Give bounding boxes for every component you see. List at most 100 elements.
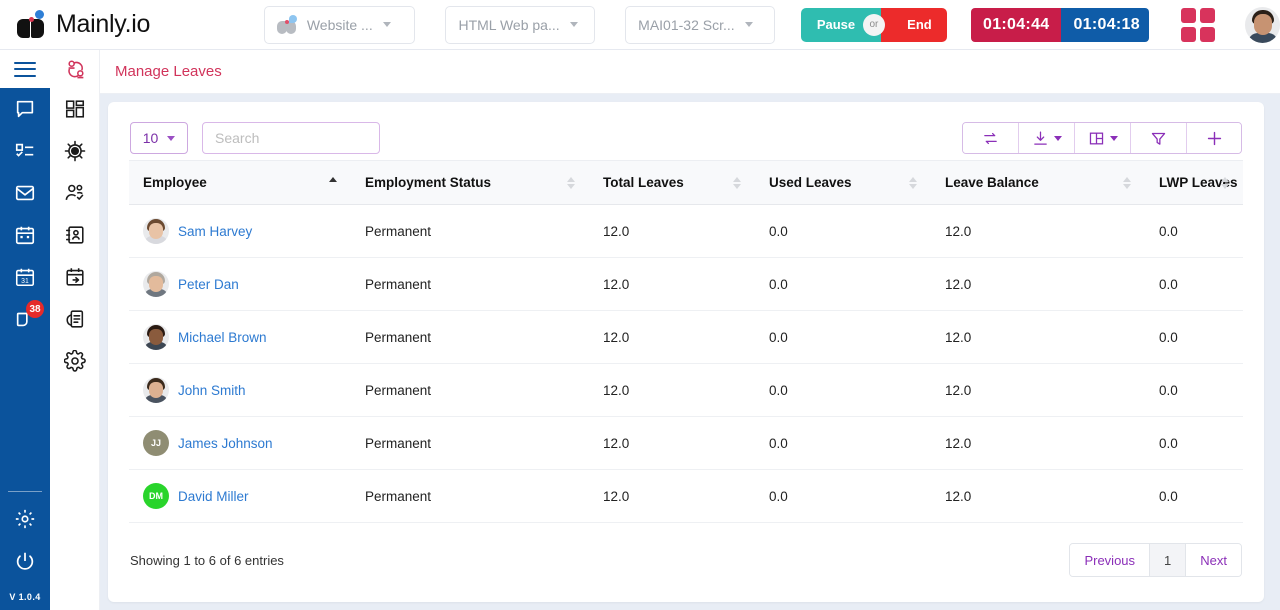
sidebar-bottom-group: V 1.0.4 — [0, 491, 50, 610]
sidebar-item-dashboard[interactable] — [50, 88, 100, 130]
mail-envelope-icon[interactable] — [0, 172, 50, 214]
columns-button[interactable] — [1075, 123, 1131, 153]
column-header-lwp-leaves[interactable]: LWP Leaves — [1145, 160, 1243, 205]
task-select-label: MAI01-32 Scr... — [638, 16, 735, 33]
page-length-select[interactable]: 10 — [130, 122, 188, 154]
table-row[interactable]: John Smith Permanent 12.0 0.0 12.0 0.0 — [129, 363, 1243, 417]
avatar — [143, 218, 169, 244]
user-avatar[interactable] — [1244, 6, 1280, 43]
website-select[interactable]: Website ... — [263, 5, 416, 44]
column-label: Used Leaves — [769, 175, 852, 190]
website-select-label: Website ... — [306, 16, 373, 33]
table-row[interactable]: Michael Brown Permanent 12.0 0.0 12.0 0.0 — [129, 310, 1243, 364]
employee-link[interactable]: Sam Harvey — [178, 224, 252, 239]
timer-session: 01:04:44 — [971, 7, 1062, 42]
header-row: Employee Employment Status Total Leaves … — [129, 160, 1243, 205]
or-separator: or — [862, 13, 885, 36]
sort-indicator-icon[interactable] — [1123, 176, 1131, 189]
calendar-31-icon[interactable]: 31 — [0, 256, 50, 298]
chevron-down-icon — [1053, 135, 1062, 141]
employee-link[interactable]: Michael Brown — [178, 330, 267, 345]
avatar — [143, 324, 169, 350]
notification-badge: 38 — [26, 300, 44, 318]
cell-leave-balance: 12.0 — [931, 469, 1145, 523]
cell-lwp-leaves: 0.0 — [1145, 204, 1243, 258]
cell-employee: Sam Harvey — [129, 204, 351, 258]
table-row[interactable]: JJ James Johnson Permanent 12.0 0.0 12.0 0.0 — [129, 416, 1243, 470]
column-header-used-leaves[interactable]: Used Leaves — [755, 160, 931, 205]
project-select[interactable]: HTML Web pa... — [445, 5, 596, 44]
avatar — [143, 377, 169, 403]
table-row[interactable]: Peter Dan Permanent 12.0 0.0 12.0 0.0 — [129, 257, 1243, 311]
pagination-previous[interactable]: Previous — [1070, 544, 1151, 576]
brand-logo-area[interactable]: Mainly.io — [16, 9, 242, 40]
search-input[interactable] — [215, 130, 367, 146]
export-button[interactable] — [1019, 123, 1075, 153]
cell-employment-status: Permanent — [351, 469, 589, 523]
cell-used-leaves: 0.0 — [755, 257, 931, 311]
table-action-buttons — [962, 122, 1242, 154]
table-body: Sam Harvey Permanent 12.0 0.0 12.0 0.0 Peter … — [129, 204, 1243, 523]
table-row[interactable]: Sam Harvey Permanent 12.0 0.0 12.0 0.0 — [129, 204, 1243, 258]
chat-bubble-icon[interactable] — [0, 88, 50, 130]
table-row[interactable]: DM David Miller Permanent 12.0 0.0 12.0 0.0 — [129, 469, 1243, 523]
column-header-employment-status[interactable]: Employment Status — [351, 160, 589, 205]
project-select-label: HTML Web pa... — [458, 16, 560, 33]
sidebar-item-clipboard[interactable] — [50, 298, 100, 340]
pause-end-control: Pause or End — [800, 7, 948, 42]
cell-used-leaves: 0.0 — [755, 204, 931, 258]
leaves-card: 10 Search Employee Employment Status Tot… — [108, 102, 1264, 602]
timer-total: 01:04:18 — [1061, 7, 1149, 42]
employee-link[interactable]: John Smith — [178, 383, 246, 398]
sidebar-item-users-check[interactable] — [50, 172, 100, 214]
column-header-employee[interactable]: Employee — [129, 160, 351, 205]
task-select[interactable]: MAI01-32 Scr... — [625, 5, 775, 44]
sidebar-item-settings-cog[interactable] — [50, 340, 100, 382]
search-box[interactable] — [202, 122, 380, 154]
cell-used-leaves: 0.0 — [755, 416, 931, 470]
refresh-button[interactable] — [963, 123, 1019, 153]
pagination-page-1[interactable]: 1 — [1150, 544, 1187, 576]
add-button[interactable] — [1187, 123, 1241, 153]
task-list-icon[interactable] — [0, 130, 50, 172]
employee-link[interactable]: Peter Dan — [178, 277, 239, 292]
table-footer: Showing 1 to 6 of 6 entries Previous 1 N… — [108, 523, 1264, 577]
cell-employee: DM David Miller — [129, 469, 351, 523]
employee-link[interactable]: David Miller — [178, 489, 249, 504]
sidebar-item-contact-card[interactable] — [50, 214, 100, 256]
employee-link[interactable]: James Johnson — [178, 436, 273, 451]
cell-leave-balance: 12.0 — [931, 204, 1145, 258]
pagination-next[interactable]: Next — [1186, 544, 1241, 576]
hamburger-menu-icon[interactable] — [14, 61, 36, 77]
calendar-icon[interactable] — [0, 214, 50, 256]
cell-employment-status: Permanent — [351, 257, 589, 311]
sort-indicator-icon[interactable] — [733, 176, 741, 189]
sidebar-item-settings-sun[interactable] — [50, 130, 100, 172]
table-toolbar: 10 — [108, 102, 1264, 160]
primary-sidebar: 31 38 V 1.0.4 — [0, 88, 50, 610]
sort-indicator-icon[interactable] — [909, 176, 917, 189]
cell-employee: JJ James Johnson — [129, 416, 351, 470]
column-label: Total Leaves — [603, 175, 684, 190]
notification-tag-icon[interactable]: 38 — [0, 298, 50, 340]
power-off-icon[interactable] — [0, 540, 50, 582]
cell-lwp-leaves: 0.0 — [1145, 469, 1243, 523]
cell-employment-status: Permanent — [351, 416, 589, 470]
apps-grid-icon[interactable] — [1180, 7, 1215, 42]
settings-gear-icon[interactable] — [0, 498, 50, 540]
sidebar-item-people-network[interactable] — [50, 50, 100, 88]
cell-employment-status: Permanent — [351, 204, 589, 258]
column-header-leave-balance[interactable]: Leave Balance — [931, 160, 1145, 205]
sidebar-item-calendar-send[interactable] — [50, 256, 100, 298]
menu-toggle-area[interactable] — [0, 50, 50, 88]
sort-indicator-icon[interactable] — [567, 176, 575, 189]
sort-indicator-asc-icon[interactable] — [329, 176, 337, 189]
column-header-total-leaves[interactable]: Total Leaves — [589, 160, 755, 205]
chevron-down-icon — [1109, 135, 1118, 141]
filter-button[interactable] — [1131, 123, 1187, 153]
end-button[interactable]: End — [881, 7, 948, 42]
leaves-table: Employee Employment Status Total Leaves … — [129, 160, 1243, 523]
sort-indicator-icon[interactable] — [1221, 176, 1229, 189]
leaf-logo-icon — [276, 14, 299, 35]
page-length-value: 10 — [142, 130, 159, 146]
